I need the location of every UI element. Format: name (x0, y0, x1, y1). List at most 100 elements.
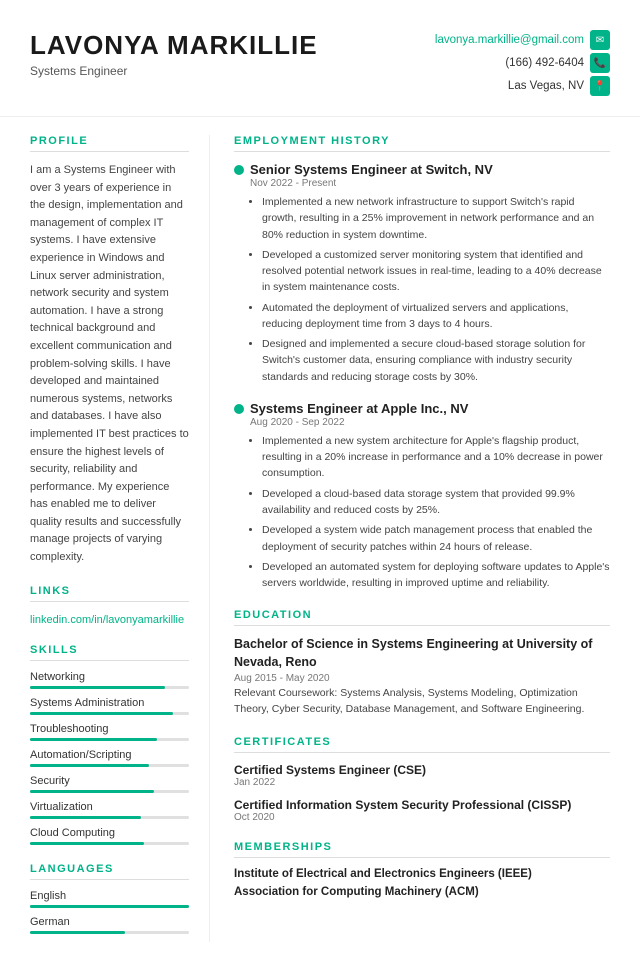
job-title-text: Senior Systems Engineer at Switch, NV (250, 162, 493, 177)
skills-list: Networking Systems Administration Troubl… (30, 671, 189, 845)
job-dates: Nov 2022 - Present (250, 178, 610, 189)
skill-name: Automation/Scripting (30, 749, 189, 761)
full-name: LAVONYA MARKILLIE (30, 30, 318, 61)
skill-bar-fill (30, 790, 154, 793)
skill-name: Cloud Computing (30, 827, 189, 839)
language-bar-bg (30, 931, 189, 934)
links-section-title: LINKS (30, 585, 189, 602)
job-dates: Aug 2020 - Sep 2022 (250, 417, 610, 428)
skill-bar-bg (30, 712, 189, 715)
skill-bar-bg (30, 790, 189, 793)
skill-item: Security (30, 775, 189, 793)
cert-title: Certified Information System Security Pr… (234, 798, 610, 812)
location-icon: 📍 (590, 76, 610, 96)
membership-item: Institute of Electrical and Electronics … (234, 868, 610, 880)
job-title-text: Systems Engineer at Apple Inc., NV (250, 401, 468, 416)
skill-item: Virtualization (30, 801, 189, 819)
profile-section-title: PROFILE (30, 135, 189, 152)
language-bar-fill (30, 931, 125, 934)
job-bullets: Implemented a new system architecture fo… (250, 433, 610, 591)
skill-bar-bg (30, 816, 189, 819)
phone-icon: 📞 (590, 53, 610, 73)
right-column: EMPLOYMENT HISTORY Senior Systems Engine… (210, 135, 640, 942)
skill-bar-bg (30, 842, 189, 845)
links-section: linkedin.com/in/lavonyamarkillie (30, 612, 189, 626)
header: LAVONYA MARKILLIE Systems Engineer lavon… (0, 30, 640, 117)
edu-text: Relevant Coursework: Systems Analysis, S… (234, 686, 610, 718)
language-name: German (30, 916, 189, 928)
job-bullet: Developed a cloud-based data storage sys… (262, 486, 610, 519)
job-bullet: Designed and implemented a secure cloud-… (262, 336, 610, 385)
page: LAVONYA MARKILLIE Systems Engineer lavon… (0, 0, 640, 972)
skill-bar-fill (30, 764, 149, 767)
skill-item: Automation/Scripting (30, 749, 189, 767)
cert-date: Oct 2020 (234, 812, 610, 823)
certificate-item: Certified Information System Security Pr… (234, 798, 610, 823)
skill-name: Virtualization (30, 801, 189, 813)
memberships-list: Institute of Electrical and Electronics … (234, 868, 610, 898)
language-name: English (30, 890, 189, 902)
membership-item: Association for Computing Machinery (ACM… (234, 886, 610, 898)
job-bullet: Automated the deployment of virtualized … (262, 300, 610, 333)
certificates-list: Certified Systems Engineer (CSE) Jan 202… (234, 763, 610, 823)
skill-bar-fill (30, 738, 157, 741)
job-bullet: Implemented a new system architecture fo… (262, 433, 610, 482)
location-text: Las Vegas, NV (508, 80, 584, 92)
job-item: Systems Engineer at Apple Inc., NV Aug 2… (234, 401, 610, 591)
education-section-title: EDUCATION (234, 609, 610, 626)
job-header: Systems Engineer at Apple Inc., NV (234, 401, 610, 416)
job-bullet: Implemented a new network infrastructure… (262, 194, 610, 243)
skills-section-title: SKILLS (30, 644, 189, 661)
left-column: PROFILE I am a Systems Engineer with ove… (0, 135, 210, 942)
skill-bar-fill (30, 712, 173, 715)
email-row: lavonya.markillie@gmail.com ✉ (435, 30, 610, 50)
skill-bar-fill (30, 686, 165, 689)
skill-item: Troubleshooting (30, 723, 189, 741)
job-bullet: Developed a system wide patch management… (262, 522, 610, 555)
language-item: German (30, 916, 189, 934)
skill-item: Cloud Computing (30, 827, 189, 845)
certificates-section-title: CERTIFICATES (234, 736, 610, 753)
skill-name: Troubleshooting (30, 723, 189, 735)
job-bullet: Developed a customized server monitoring… (262, 247, 610, 296)
skill-bar-fill (30, 842, 144, 845)
skill-bar-fill (30, 816, 141, 819)
skill-bar-bg (30, 764, 189, 767)
skill-item: Systems Administration (30, 697, 189, 715)
languages-list: English German (30, 890, 189, 934)
email-icon: ✉ (590, 30, 610, 50)
job-bullet: Developed an automated system for deploy… (262, 559, 610, 592)
job-item: Senior Systems Engineer at Switch, NV No… (234, 162, 610, 385)
header-left: LAVONYA MARKILLIE Systems Engineer (30, 30, 318, 78)
header-right: lavonya.markillie@gmail.com ✉ (166) 492-… (435, 30, 610, 96)
job-dot (234, 165, 244, 175)
job-dot (234, 404, 244, 414)
phone-text: (166) 492-6404 (505, 57, 584, 69)
skill-name: Networking (30, 671, 189, 683)
employment-section-title: EMPLOYMENT HISTORY (234, 135, 610, 152)
job-bullets: Implemented a new network infrastructure… (250, 194, 610, 385)
profile-text: I am a Systems Engineer with over 3 year… (30, 162, 189, 567)
language-bar-fill (30, 905, 189, 908)
language-bar-bg (30, 905, 189, 908)
jobs-list: Senior Systems Engineer at Switch, NV No… (234, 162, 610, 591)
skill-name: Systems Administration (30, 697, 189, 709)
main-content: PROFILE I am a Systems Engineer with ove… (0, 135, 640, 942)
phone-row: (166) 492-6404 📞 (435, 53, 610, 73)
cert-title: Certified Systems Engineer (CSE) (234, 763, 610, 777)
skill-bar-bg (30, 686, 189, 689)
email-link[interactable]: lavonya.markillie@gmail.com (435, 34, 584, 46)
languages-section-title: LANGUAGES (30, 863, 189, 880)
education-section: Bachelor of Science in Systems Engineeri… (234, 636, 610, 718)
job-title: Systems Engineer (30, 64, 318, 78)
edu-degree: Bachelor of Science in Systems Engineeri… (234, 636, 610, 671)
certificate-item: Certified Systems Engineer (CSE) Jan 202… (234, 763, 610, 788)
edu-dates: Aug 2015 - May 2020 (234, 673, 610, 684)
location-row: Las Vegas, NV 📍 (435, 76, 610, 96)
skill-name: Security (30, 775, 189, 787)
skill-bar-bg (30, 738, 189, 741)
memberships-section-title: MEMBERSHIPS (234, 841, 610, 858)
linkedin-link[interactable]: linkedin.com/in/lavonyamarkillie (30, 614, 184, 626)
job-header: Senior Systems Engineer at Switch, NV (234, 162, 610, 177)
skill-item: Networking (30, 671, 189, 689)
